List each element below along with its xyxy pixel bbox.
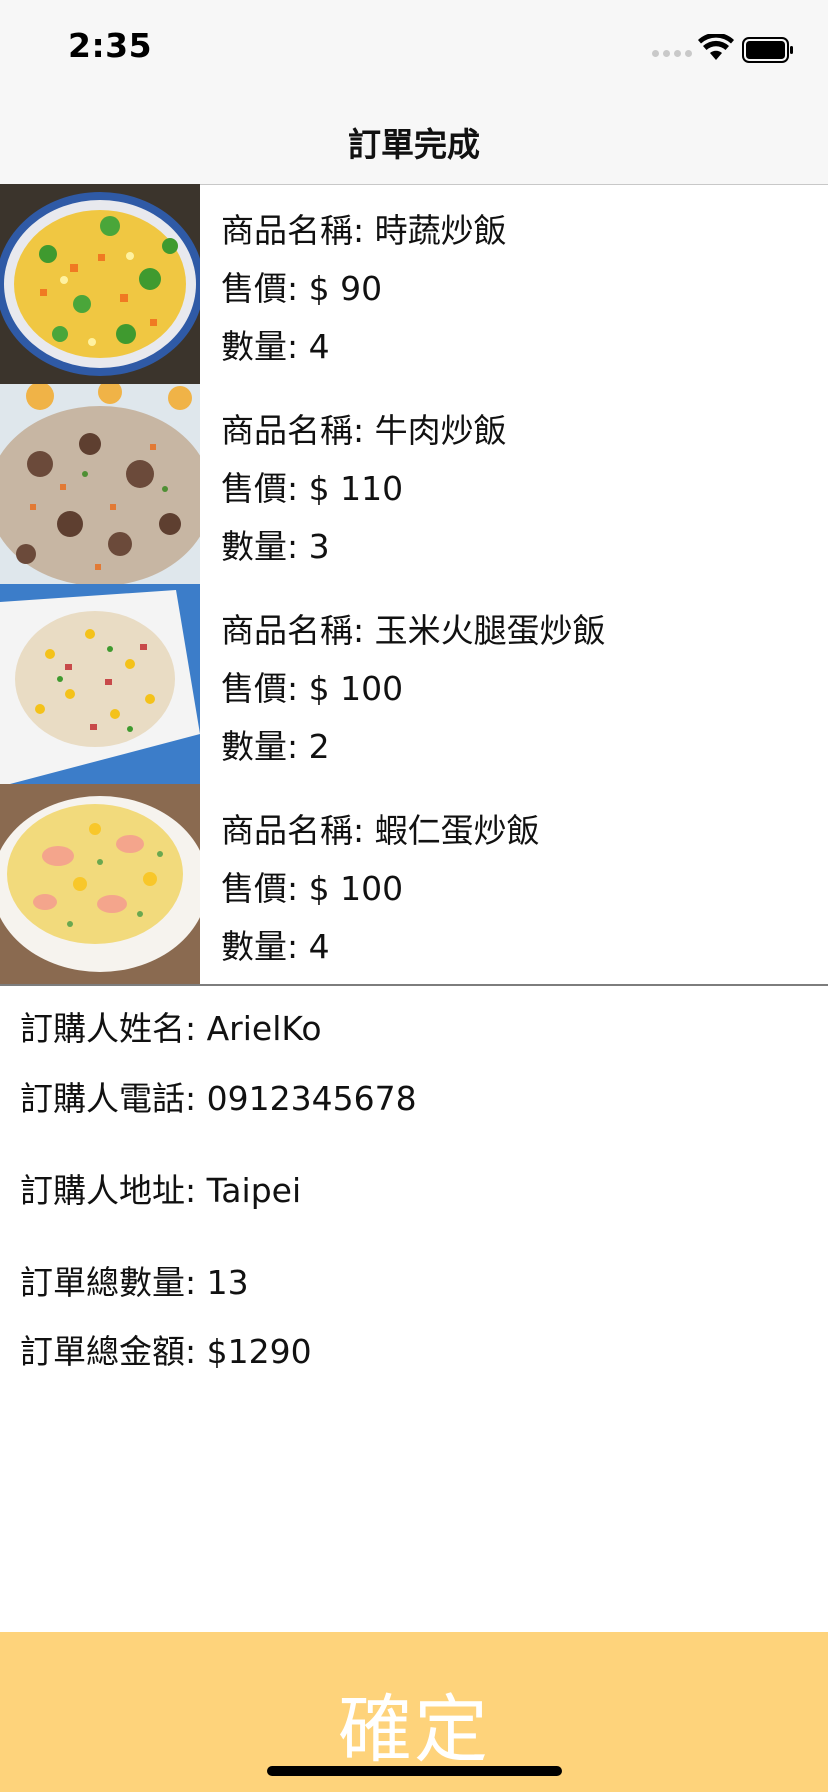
vegetable-fried-rice-photo [0, 184, 200, 384]
item-price: 售價: $ 100 [221, 669, 404, 708]
beef-fried-rice-photo [0, 384, 200, 584]
item-quantity: 數量: 4 [221, 927, 330, 966]
item-quantity: 數量: 3 [221, 527, 330, 566]
order-item-beef-fried-rice: 商品名稱: 牛肉炒飯 售價: $ 110 數量: 3 [0, 384, 828, 584]
buyer-name: 訂購人姓名: ArielKo [20, 1009, 322, 1048]
order-item-corn-ham-egg-fried-rice: 商品名稱: 玉米火腿蛋炒飯 售價: $ 100 數量: 2 [0, 584, 828, 784]
item-price: 售價: $ 100 [221, 869, 404, 908]
item-quantity: 數量: 2 [221, 727, 330, 766]
buyer-address: 訂購人地址: Taipei [20, 1171, 302, 1210]
status-time: 2:35 [68, 26, 153, 65]
item-price: 售價: $ 90 [221, 269, 383, 308]
wifi-icon [698, 34, 734, 60]
section-divider [0, 984, 828, 986]
item-name: 商品名稱: 牛肉炒飯 [221, 411, 507, 450]
shrimp-egg-fried-rice-photo [0, 784, 200, 984]
home-indicator[interactable] [267, 1766, 562, 1776]
order-total-quantity: 訂單總數量: 13 [20, 1263, 249, 1302]
confirm-button-label: 確定 [338, 1688, 490, 1771]
page-title: 訂單完成 [348, 125, 480, 164]
item-name: 商品名稱: 蝦仁蛋炒飯 [221, 811, 540, 850]
cellular-signal-icon [652, 50, 692, 57]
order-item-list: 商品名稱: 時蔬炒飯 售價: $ 90 數量: 4 商品名稱: 牛肉炒飯 售價:… [0, 184, 828, 984]
order-total-amount: 訂單總金額: $1290 [20, 1332, 312, 1371]
corn-ham-egg-fried-rice-photo [0, 584, 200, 784]
item-quantity: 數量: 4 [221, 327, 330, 366]
item-price: 售價: $ 110 [221, 469, 404, 508]
buyer-phone: 訂購人電話: 0912345678 [20, 1079, 417, 1118]
navigation-bar: 訂單完成 [0, 88, 828, 185]
order-item-vegetable-fried-rice: 商品名稱: 時蔬炒飯 售價: $ 90 數量: 4 [0, 184, 828, 384]
order-item-shrimp-egg-fried-rice: 商品名稱: 蝦仁蛋炒飯 售價: $ 100 數量: 4 [0, 784, 828, 984]
battery-icon [742, 37, 793, 63]
item-name: 商品名稱: 玉米火腿蛋炒飯 [221, 611, 606, 650]
item-name: 商品名稱: 時蔬炒飯 [221, 211, 507, 250]
status-bar: 2:35 [0, 0, 828, 88]
